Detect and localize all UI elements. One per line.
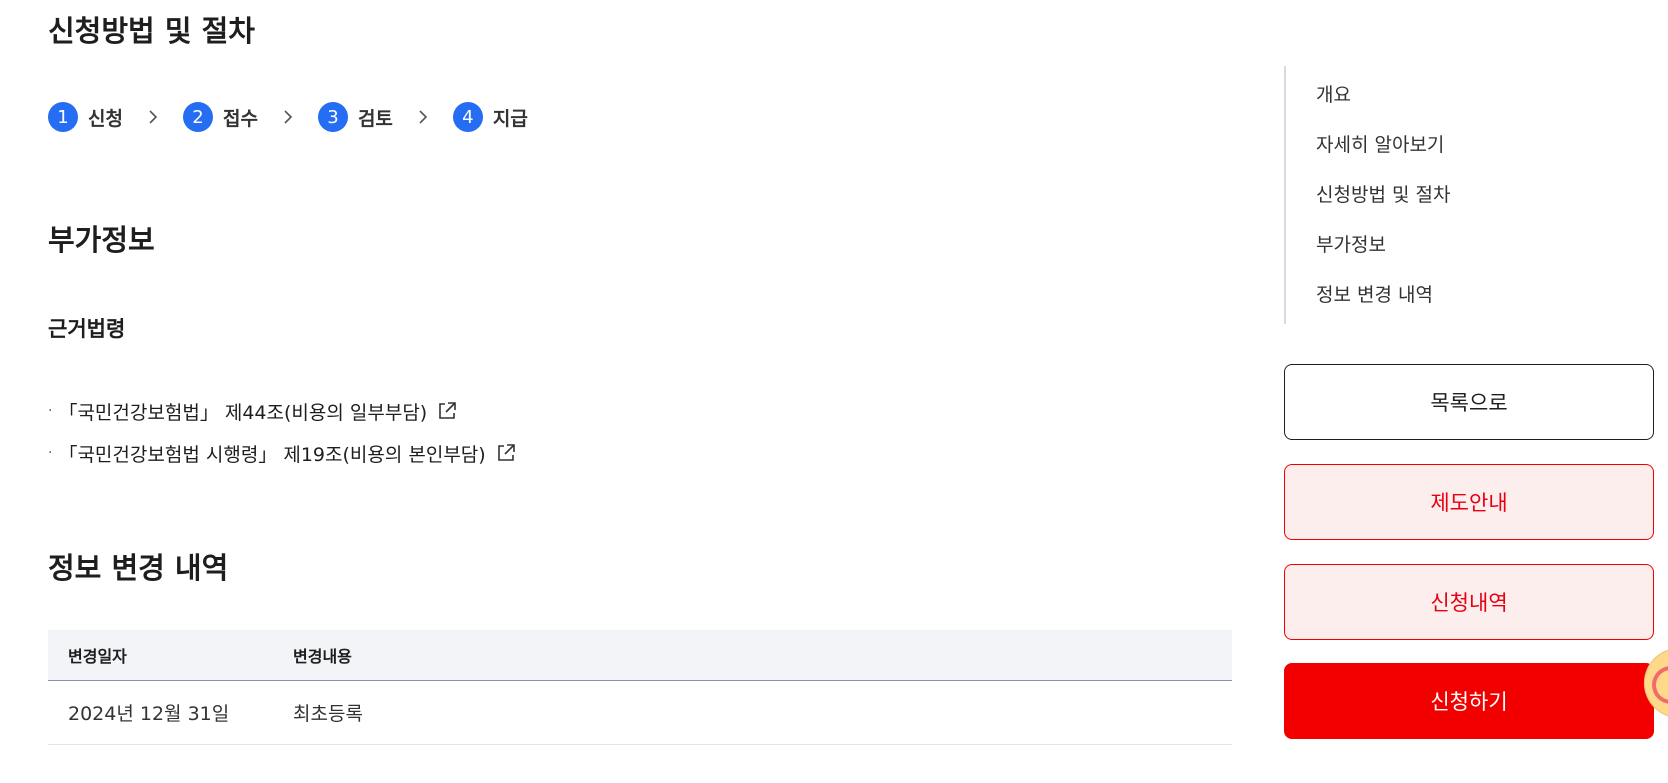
step-1: 1 신청 [48, 102, 123, 132]
external-link-icon[interactable] [496, 443, 516, 463]
step-label: 지급 [492, 107, 528, 130]
bullet-icon: · [48, 445, 53, 461]
procedure-steps: 1 신청 2 접수 3 검토 4 지급 [48, 102, 528, 132]
program-guide-button[interactable]: 제도안내 [1284, 464, 1654, 540]
chevron-right-icon [258, 109, 318, 125]
back-to-list-button[interactable]: 목록으로 [1284, 364, 1654, 440]
change-content-cell: 최초등록 [273, 680, 1232, 745]
step-2: 2 접수 [182, 102, 258, 132]
table-row: 2024년 12월 31일 최초등록 [48, 680, 1232, 745]
law-link-text[interactable]: 「국민건강보험법 시행령」 제19조(비용의 본인부담) [58, 440, 485, 467]
step-number: 3 [317, 102, 348, 132]
chevron-right-icon [123, 109, 183, 125]
additional-info-title: 부가정보 [48, 223, 155, 257]
law-link[interactable]: · 「국민건강보험법」 제44조(비용의 일부부담) [48, 390, 516, 432]
toc-item-procedure[interactable]: 신청방법 및 절차 [1286, 170, 1586, 220]
law-list: · 「국민건강보험법」 제44조(비용의 일부부담) · 「국민건강보험법 시행… [48, 390, 516, 474]
chevron-right-icon [393, 109, 453, 125]
apply-button[interactable]: 신청하기 [1284, 663, 1654, 739]
law-link[interactable]: · 「국민건강보험법 시행령」 제19조(비용의 본인부담) [48, 432, 516, 474]
toc-item-details[interactable]: 자세히 알아보기 [1286, 120, 1586, 170]
table-of-contents: 개요 자세히 알아보기 신청방법 및 절차 부가정보 정보 변경 내역 [1284, 66, 1586, 324]
step-number: 2 [182, 102, 213, 132]
procedure-title: 신청방법 및 절차 [48, 14, 255, 48]
step-3: 3 검토 [317, 102, 393, 132]
step-label: 신청 [88, 107, 123, 130]
law-link-text[interactable]: 「국민건강보험법」 제44조(비용의 일부부담) [58, 398, 427, 425]
step-label: 검토 [357, 107, 393, 130]
column-header-content: 변경내용 [273, 630, 1232, 681]
change-date-cell: 2024년 12월 31일 [48, 680, 273, 745]
step-label: 접수 [222, 107, 258, 130]
step-4: 4 지급 [452, 102, 528, 132]
toc-item-overview[interactable]: 개요 [1286, 70, 1586, 120]
change-history-title: 정보 변경 내역 [48, 551, 229, 585]
application-history-button[interactable]: 신청내역 [1284, 564, 1654, 640]
legal-basis-title: 근거법령 [48, 317, 126, 341]
toc-item-additional-info[interactable]: 부가정보 [1286, 220, 1586, 270]
bullet-icon: · [48, 403, 53, 419]
change-history-table: 변경일자 변경내용 2024년 12월 31일 최초등록 [48, 630, 1232, 745]
step-number: 4 [452, 102, 483, 132]
toc-item-change-history[interactable]: 정보 변경 내역 [1286, 270, 1586, 320]
table-header-row: 변경일자 변경내용 [48, 630, 1232, 681]
column-header-date: 변경일자 [48, 630, 273, 681]
step-number: 1 [48, 102, 78, 132]
external-link-icon[interactable] [437, 401, 457, 421]
